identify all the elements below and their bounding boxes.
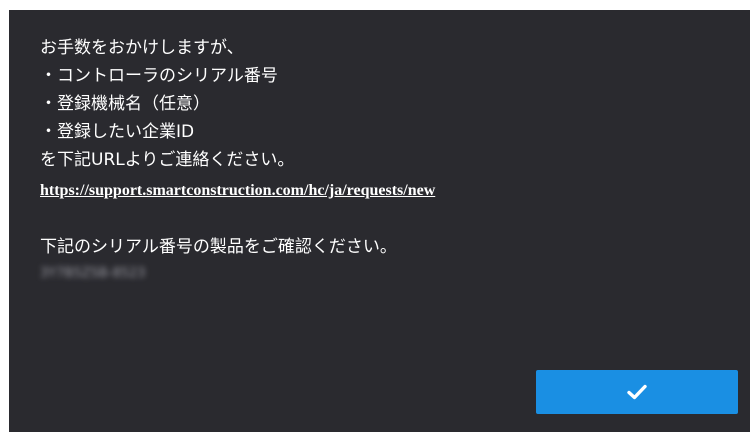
message-line-serial: ・コントローラのシリアル番号 bbox=[40, 66, 278, 86]
message-line-intro: お手数をおかけしますが、 bbox=[40, 38, 244, 58]
checkmark-icon bbox=[627, 384, 647, 400]
support-request-link[interactable]: https://support.smartconstruction.com/hc… bbox=[40, 177, 730, 205]
serial-number-value: 3Y7B5ZSB-8523 bbox=[40, 266, 146, 281]
message-line-company-id: ・登録したい企業ID bbox=[40, 122, 195, 142]
confirm-button[interactable] bbox=[536, 370, 738, 414]
message-line-contact: を下記URLよりご連絡ください。 bbox=[40, 150, 295, 170]
confirm-serial-text: 下記のシリアル番号の製品をご確認ください。 bbox=[40, 237, 397, 257]
serial-info-dialog: お手数をおかけしますが、 ・コントローラのシリアル番号 ・登録機械名（任意） ・… bbox=[9, 10, 750, 432]
dialog-message: お手数をおかけしますが、 ・コントローラのシリアル番号 ・登録機械名（任意） ・… bbox=[40, 34, 730, 283]
message-line-machine-name: ・登録機械名（任意） bbox=[40, 94, 210, 114]
